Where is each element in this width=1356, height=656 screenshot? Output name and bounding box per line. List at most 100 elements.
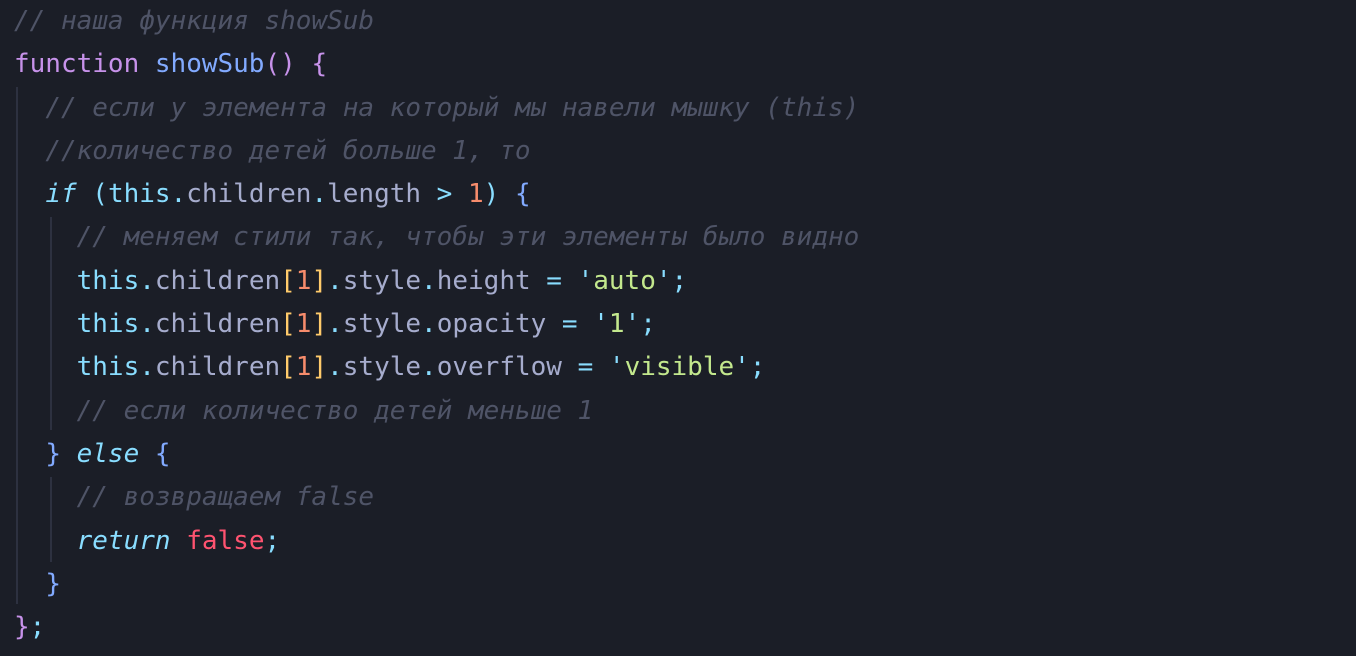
code-line[interactable]: // наша функция showSub [14, 0, 859, 43]
code-token-comment: //количество детей больше 1, то [45, 135, 531, 166]
code-token-punc: . [139, 309, 155, 340]
code-token-punc: ; [264, 525, 281, 556]
code-token-punc: = [546, 309, 594, 340]
code-token-punc: ; [640, 309, 656, 340]
code-token-kw-it: return [76, 525, 171, 556]
code-token-str: visible [624, 352, 735, 383]
code-token-punc: ( [92, 179, 108, 210]
code-token-prop: height [436, 265, 531, 296]
code-token-punc: . [170, 179, 187, 210]
code-token-punc: . [311, 179, 328, 210]
code-token-this: this [76, 309, 140, 340]
code-token-comment: // наша функция showSub [14, 6, 375, 36]
code-line[interactable]: }; [14, 606, 859, 649]
code-line[interactable]: this.children[1].style.overflow = 'visib… [14, 346, 859, 389]
code-token-kw-fn: function [14, 49, 140, 80]
code-token-prop: children [154, 309, 281, 340]
code-token-str: 1 [608, 309, 625, 340]
code-token-comment: // если у элемента на который мы навели … [45, 92, 860, 123]
code-token-punc: . [421, 309, 437, 340]
code-token-bracket: ] [311, 352, 328, 383]
code-token-comment: // меняем стили так, чтобы эти элементы … [76, 222, 860, 253]
code-token-comment: // если количество детей меньше 1 [76, 395, 594, 426]
code-line[interactable]: function showSub() { [14, 43, 859, 86]
code-line[interactable]: } else { [14, 433, 859, 476]
code-token-punc: = [561, 352, 609, 383]
code-token-prop: children [154, 265, 281, 296]
code-token-this: this [76, 352, 140, 383]
code-token-brace2: { [514, 179, 531, 210]
code-token-str: auto [593, 265, 656, 296]
code-line[interactable]: // меняем стили так, чтобы эти элементы … [14, 216, 860, 259]
code-token-quote: ' [577, 265, 594, 296]
code-token-quote: ' [608, 352, 625, 383]
code-token-punc: . [421, 265, 437, 296]
code-line[interactable]: this.children[1].style.height = 'auto'; [14, 260, 859, 303]
code-token-prop: style [342, 309, 422, 340]
code-line[interactable]: // возвращаем false [14, 476, 859, 519]
code-token-brace: { [311, 49, 328, 80]
code-token-punc: ) [483, 179, 500, 210]
code-token-punc: . [327, 352, 343, 383]
code-token-num: 1 [295, 352, 312, 383]
code-token-quote: ' [624, 309, 641, 340]
code-token-punc: . [139, 265, 155, 296]
code-token-kw-it: else [76, 438, 140, 469]
code-token-comment: // возвращаем false [76, 482, 375, 513]
code-token-brace2: } [45, 568, 61, 599]
code-editor[interactable]: // наша функция showSub function showSub(… [0, 0, 1356, 656]
code-token-brace2: } [45, 438, 61, 469]
code-token-prop: length [327, 179, 422, 210]
code-token-this: this [107, 179, 171, 210]
code-token-bracket: [ [280, 265, 296, 296]
code-token-this: this [76, 265, 140, 296]
code-token-punc: = [530, 265, 578, 296]
code-line[interactable]: // если у элемента на который мы навели … [14, 87, 859, 130]
code-token-brace: } [14, 612, 30, 643]
code-line[interactable]: } [14, 563, 859, 606]
code-token-prop: children [154, 352, 281, 383]
code-line[interactable]: return false; [14, 520, 859, 563]
code-token-paren: () [264, 49, 296, 80]
code-token-punc: > [421, 179, 468, 210]
code-token-prop: style [342, 352, 422, 383]
code-token-bracket: ] [311, 265, 328, 296]
code-token-punc: ; [29, 612, 46, 643]
code-token-quote: ' [593, 309, 609, 340]
code-token-punc: . [327, 309, 343, 340]
code-token-prop: opacity [436, 309, 547, 340]
code-line[interactable]: // если количество детей меньше 1 [14, 390, 859, 433]
code-line[interactable]: this.children[1].style.opacity = '1'; [14, 303, 859, 346]
code-token-bool: false [186, 525, 265, 556]
code-token-prop: children [186, 179, 312, 210]
code-token-punc: . [139, 352, 155, 383]
code-token-kw-it: if [45, 179, 77, 210]
code-token-num: 1 [295, 265, 312, 296]
code-token-punc: . [421, 352, 437, 383]
code-line[interactable]: //количество детей больше 1, то [14, 130, 859, 173]
code-token-bracket: [ [280, 309, 296, 340]
code-block[interactable]: // наша функция showSub function showSub(… [14, 0, 859, 649]
code-line[interactable]: if (this.children.length > 1) { [14, 173, 859, 216]
code-token-prop: style [342, 265, 422, 296]
code-token-bracket: ] [311, 309, 328, 340]
code-token-num: 1 [468, 179, 484, 210]
